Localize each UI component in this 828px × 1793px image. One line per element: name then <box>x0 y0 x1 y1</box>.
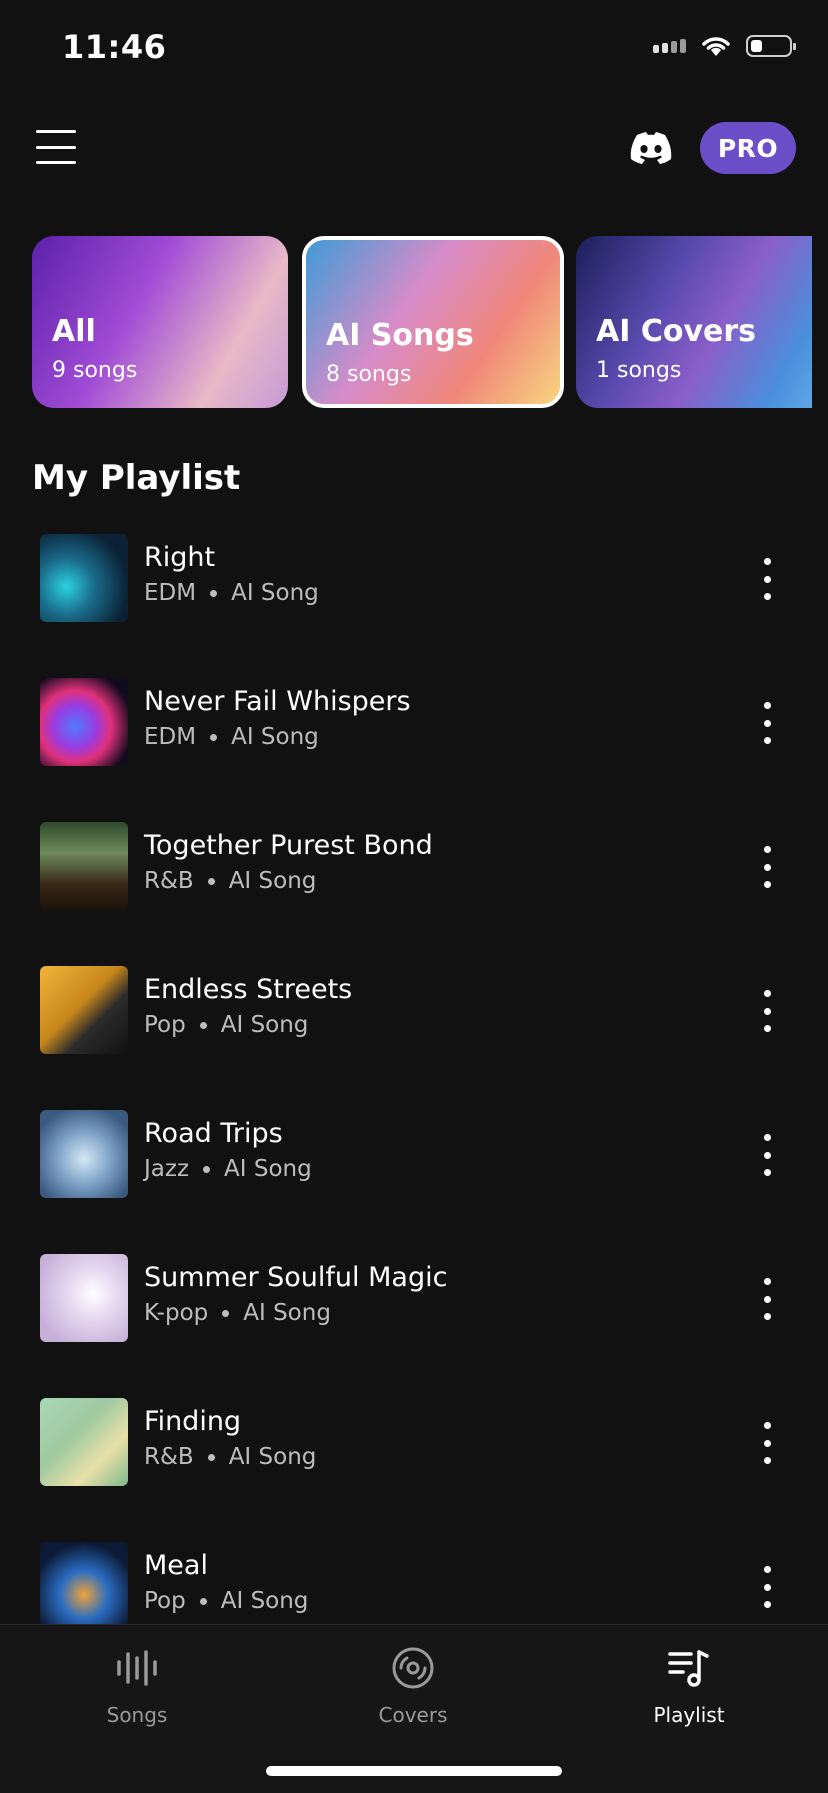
separator-dot-icon <box>199 1021 207 1029</box>
list-item[interactable]: Never Fail Whispers EDM AI Song <box>0 666 828 810</box>
category-title: All <box>52 314 96 349</box>
tab-songs[interactable]: Songs <box>37 1645 237 1727</box>
song-meta: Jazz AI Song <box>144 1156 312 1182</box>
song-artwork <box>40 1542 128 1630</box>
more-options-icon[interactable] <box>762 846 772 888</box>
song-genre: Pop <box>144 1012 186 1038</box>
separator-dot-icon <box>210 589 218 597</box>
song-type: AI Song <box>231 580 319 606</box>
song-genre: EDM <box>144 580 197 606</box>
list-item[interactable]: Right EDM AI Song <box>0 522 828 666</box>
song-title: Meal <box>144 1550 208 1581</box>
more-options-icon[interactable] <box>762 558 772 600</box>
home-indicator[interactable] <box>266 1766 562 1776</box>
song-type: AI Song <box>228 1444 317 1470</box>
song-title: Endless Streets <box>144 974 353 1005</box>
song-type: AI Song <box>243 1300 331 1326</box>
song-meta: Pop AI Song <box>144 1588 308 1614</box>
disc-icon <box>392 1647 434 1689</box>
song-type: AI Song <box>231 724 319 750</box>
separator-dot-icon <box>222 1309 230 1317</box>
separator-dot-icon <box>207 1453 215 1461</box>
battery-fill <box>751 40 762 52</box>
song-type: AI Song <box>220 1588 309 1614</box>
more-options-icon[interactable] <box>762 1278 772 1320</box>
separator-dot-icon <box>203 1165 211 1173</box>
separator-dot-icon <box>199 1597 207 1605</box>
category-title: AI Covers <box>596 314 757 349</box>
song-meta: Pop AI Song <box>144 1012 308 1038</box>
song-artwork <box>40 1110 128 1198</box>
status-indicators <box>653 34 796 58</box>
pro-button[interactable]: PRO <box>700 122 796 174</box>
song-meta: R&B AI Song <box>144 868 316 894</box>
tab-playlist[interactable]: Playlist <box>589 1645 789 1727</box>
menu-icon[interactable] <box>36 130 76 164</box>
separator-dot-icon <box>210 733 218 741</box>
list-item[interactable]: Together Purest Bond R&B AI Song <box>0 810 828 954</box>
section-title: My Playlist <box>32 458 241 498</box>
more-options-icon[interactable] <box>762 1566 772 1608</box>
waveform-icon <box>117 1650 157 1686</box>
playlist-icon <box>668 1650 709 1687</box>
tab-label: Songs <box>106 1703 168 1727</box>
category-count: 1 songs <box>596 358 682 383</box>
separator-dot-icon <box>207 877 215 885</box>
tab-covers[interactable]: Covers <box>313 1645 513 1727</box>
song-artwork <box>40 1254 128 1342</box>
category-card-all[interactable]: All 9 songs <box>32 236 288 408</box>
more-options-icon[interactable] <box>762 990 772 1032</box>
song-title: Summer Soulful Magic <box>144 1262 448 1293</box>
category-card-ai-songs[interactable]: AI Songs 8 songs <box>302 236 564 408</box>
more-options-icon[interactable] <box>762 1422 772 1464</box>
list-item[interactable]: Endless Streets Pop AI Song <box>0 954 828 1098</box>
song-type: AI Song <box>220 1012 309 1038</box>
category-card-ai-covers[interactable]: AI Covers 1 songs <box>576 236 812 408</box>
song-artwork <box>40 822 128 910</box>
category-count: 8 songs <box>326 362 412 387</box>
status-time: 11:46 <box>62 28 167 66</box>
tab-label: Covers <box>378 1703 448 1727</box>
more-options-icon[interactable] <box>762 702 772 744</box>
song-title: Road Trips <box>144 1118 283 1149</box>
list-item[interactable]: Finding R&B AI Song <box>0 1386 828 1530</box>
discord-icon[interactable] <box>628 130 674 166</box>
battery-icon <box>746 35 796 57</box>
song-meta: K-pop AI Song <box>144 1300 331 1326</box>
song-title: Together Purest Bond <box>144 830 433 861</box>
song-title: Never Fail Whispers <box>144 686 411 717</box>
song-genre: R&B <box>144 868 194 894</box>
song-artwork <box>40 534 128 622</box>
list-item[interactable]: Road Trips Jazz AI Song <box>0 1098 828 1242</box>
song-meta: EDM AI Song <box>144 724 319 750</box>
song-meta: EDM AI Song <box>144 580 319 606</box>
song-title: Finding <box>144 1406 242 1437</box>
song-meta: R&B AI Song <box>144 1444 316 1470</box>
song-genre: EDM <box>144 724 197 750</box>
song-type: AI Song <box>228 868 317 894</box>
song-genre: Pop <box>144 1588 186 1614</box>
song-genre: K-pop <box>144 1300 209 1326</box>
more-options-icon[interactable] <box>762 1134 772 1176</box>
song-artwork <box>40 678 128 766</box>
song-artwork <box>40 1398 128 1486</box>
category-title: AI Songs <box>326 318 474 353</box>
category-count: 9 songs <box>52 358 138 383</box>
song-genre: Jazz <box>144 1156 190 1182</box>
song-genre: R&B <box>144 1444 194 1470</box>
song-title: Right <box>144 542 216 573</box>
cellular-signal-icon <box>653 39 686 53</box>
song-type: AI Song <box>224 1156 312 1182</box>
song-artwork <box>40 966 128 1054</box>
category-carousel[interactable]: All 9 songs AI Songs 8 songs AI Covers 1… <box>32 236 812 408</box>
list-item[interactable]: Summer Soulful Magic K-pop AI Song <box>0 1242 828 1386</box>
tab-label: Playlist <box>653 1703 725 1727</box>
wifi-icon <box>702 37 730 56</box>
